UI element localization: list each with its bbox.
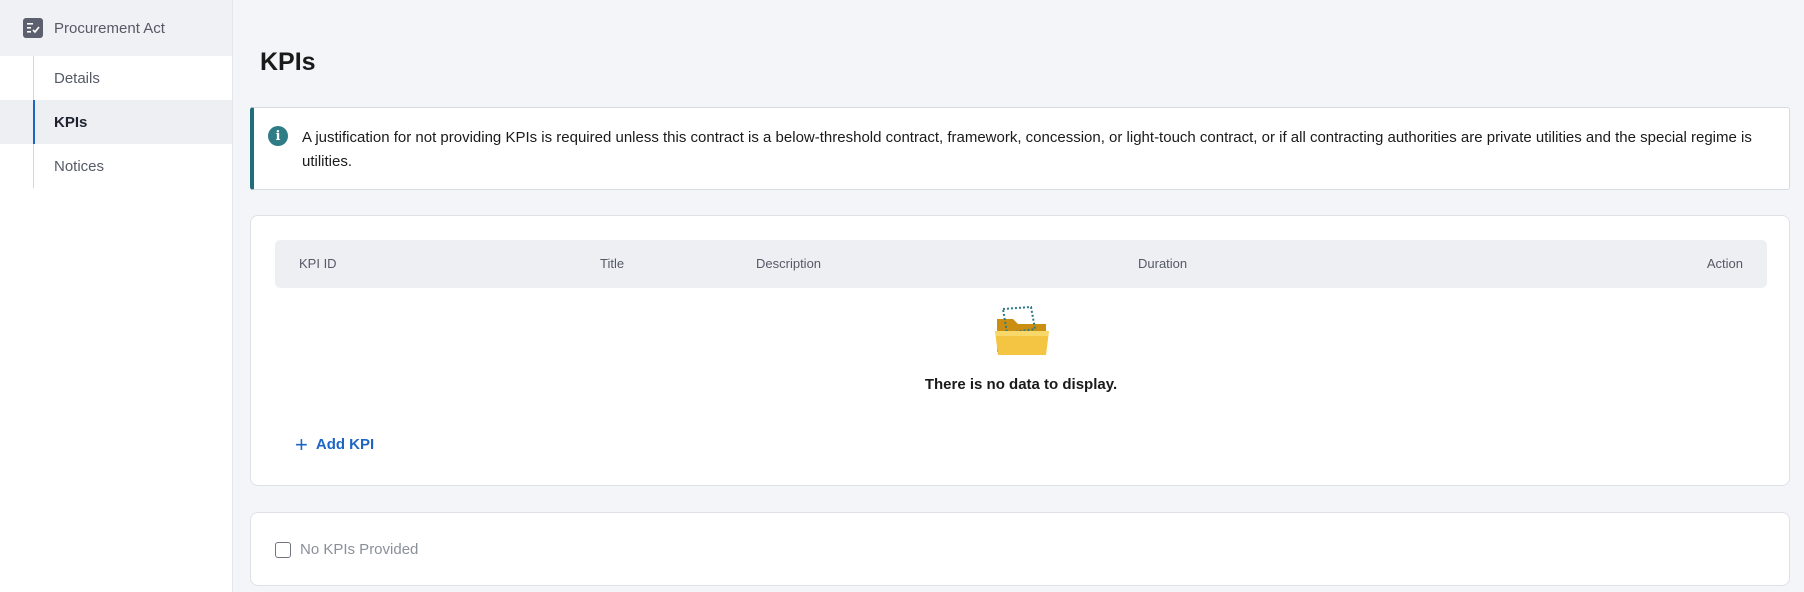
no-kpis-label: No KPIs Provided bbox=[300, 541, 419, 558]
column-header-duration: Duration bbox=[1138, 256, 1188, 271]
main-content: KPIs i A justification for not providing… bbox=[233, 0, 1804, 592]
plus-icon: + bbox=[295, 431, 308, 457]
no-kpis-card: No KPIs Provided bbox=[250, 512, 1790, 586]
sidebar-nav: Details KPIs Notices bbox=[0, 56, 232, 188]
app: Procurement Act Details KPIs Notices KPI… bbox=[0, 0, 1804, 592]
sidebar-item-notices[interactable]: Notices bbox=[0, 144, 232, 188]
sidebar-item-label: Notices bbox=[54, 157, 105, 175]
no-kpis-checkbox-row[interactable]: No KPIs Provided bbox=[275, 541, 418, 558]
column-header-kpi-id: KPI ID bbox=[299, 256, 337, 271]
info-alert: i A justification for not providing KPIs… bbox=[250, 107, 1790, 190]
column-header-title: Title bbox=[600, 256, 625, 271]
column-header-action: Action bbox=[1706, 256, 1743, 271]
empty-state-text: There is no data to display. bbox=[924, 376, 1118, 393]
add-kpi-label: Add KPI bbox=[315, 436, 375, 453]
empty-folder-icon bbox=[995, 305, 1049, 355]
sidebar-title: Procurement Act bbox=[54, 19, 165, 37]
column-header-description: Description bbox=[756, 256, 822, 271]
kpi-table-card: KPI ID Title Description Duration Action… bbox=[250, 215, 1790, 486]
page-title: KPIs bbox=[260, 48, 316, 76]
sidebar-header[interactable]: Procurement Act bbox=[0, 0, 232, 56]
checklist-icon bbox=[23, 18, 43, 38]
table-header: KPI ID Title Description Duration Action bbox=[275, 240, 1767, 288]
alert-text: A justification for not providing KPIs i… bbox=[302, 129, 1752, 170]
info-icon: i bbox=[268, 126, 288, 146]
add-kpi-button[interactable]: + Add KPI bbox=[295, 431, 375, 457]
sidebar-item-kpis[interactable]: KPIs bbox=[0, 100, 232, 144]
sidebar: Procurement Act Details KPIs Notices bbox=[0, 0, 233, 592]
sidebar-item-label: KPIs bbox=[54, 113, 88, 131]
sidebar-item-details[interactable]: Details bbox=[0, 56, 232, 100]
no-kpis-checkbox[interactable] bbox=[275, 541, 291, 558]
sidebar-item-label: Details bbox=[54, 69, 100, 87]
